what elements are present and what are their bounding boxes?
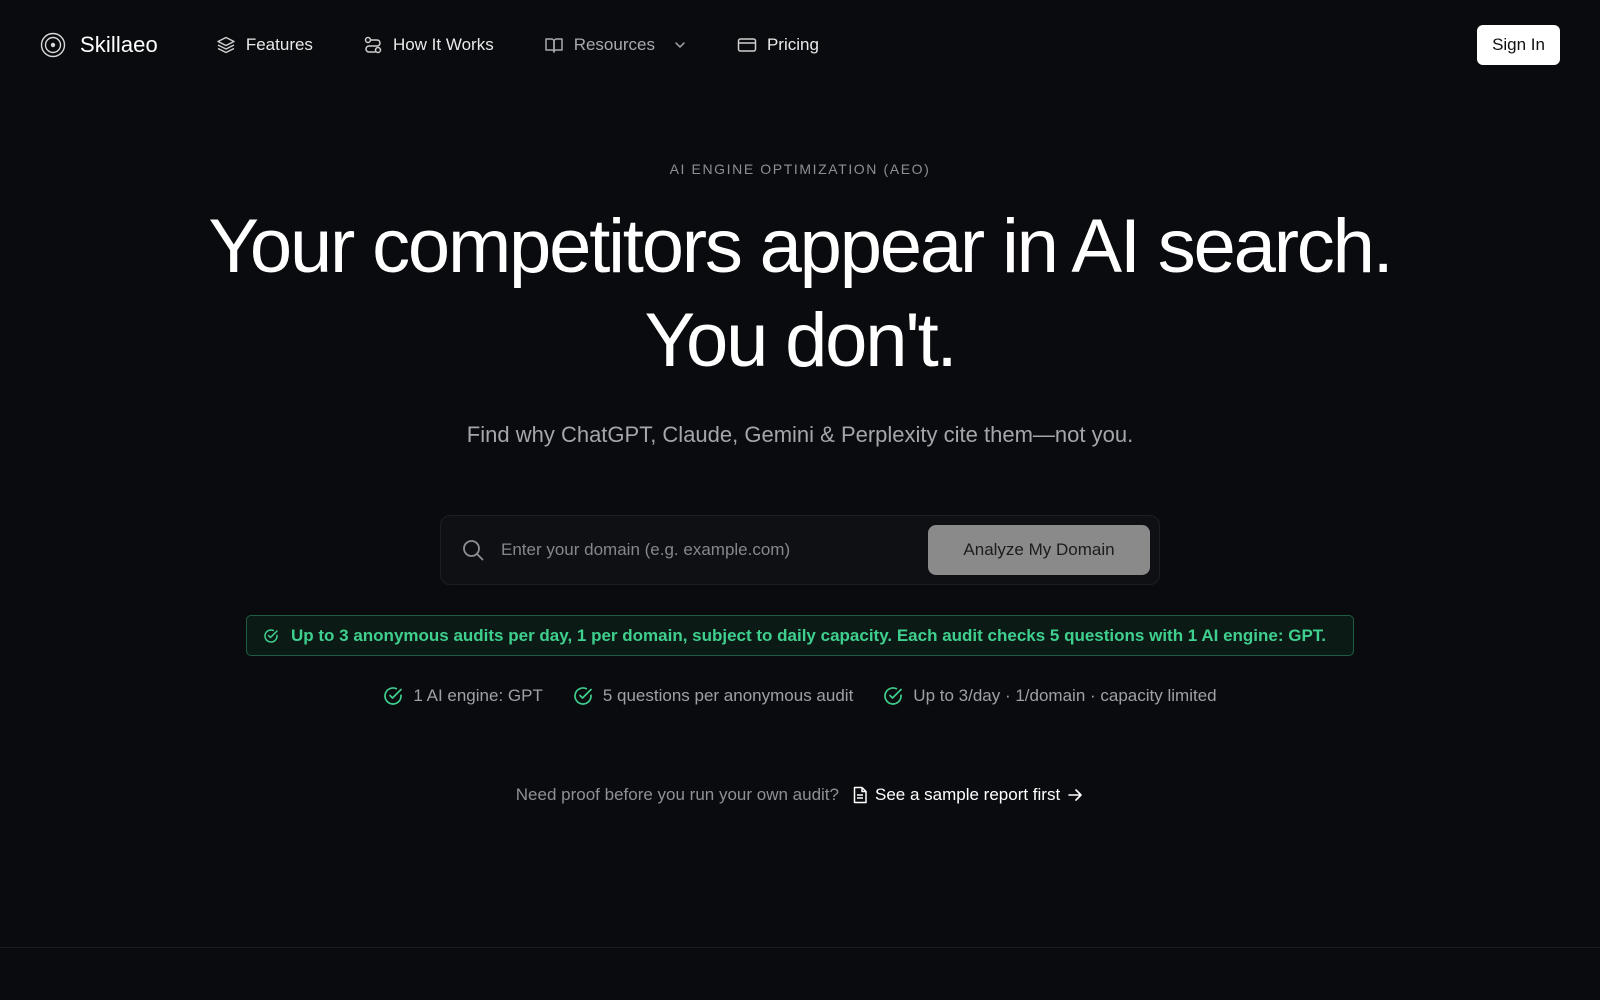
notice-text: Up to 3 anonymous audits per day, 1 per … — [291, 625, 1327, 645]
domain-input[interactable] — [501, 540, 928, 560]
search-icon — [461, 538, 485, 562]
arrow-right-icon — [1066, 786, 1084, 804]
hero-eyebrow: AI ENGINE OPTIMIZATION (AEO) — [669, 161, 931, 177]
feature-item: Up to 3/day · 1/domain · capacity limite… — [883, 686, 1217, 706]
feature-label: 5 questions per anonymous audit — [602, 686, 854, 705]
nav-link-label: Features — [245, 35, 313, 54]
nav-link-resources[interactable]: Resources — [544, 35, 687, 55]
document-icon — [851, 786, 869, 804]
brand-name: Skillaeo — [80, 32, 158, 57]
workflow-icon — [363, 35, 383, 55]
check-circle-icon — [263, 628, 279, 644]
analyze-domain-button[interactable]: Analyze My Domain — [928, 525, 1150, 575]
sign-in-button[interactable]: Sign In — [1477, 25, 1560, 65]
book-icon — [544, 35, 564, 55]
check-circle-icon — [883, 686, 903, 706]
feature-item: 1 AI engine: GPT — [383, 686, 543, 706]
check-circle-icon — [383, 686, 403, 706]
nav-link-pricing[interactable]: Pricing — [737, 35, 819, 55]
headline-line-2: You don't. — [644, 298, 958, 383]
headline-line-1: Your competitors appear in AI search. — [208, 204, 1393, 289]
sample-report-link[interactable]: See a sample report first — [851, 785, 1084, 805]
nav-link-how-it-works[interactable]: How It Works — [363, 35, 494, 55]
target-logo-icon — [40, 32, 66, 58]
hero-headline: Your competitors appear in AI search. Yo… — [0, 200, 1600, 388]
feature-item: 5 questions per anonymous audit — [573, 686, 853, 706]
nav-link-label: Pricing — [766, 35, 819, 54]
nav-link-label: Resources — [573, 35, 655, 54]
sample-report-row: Need proof before you run your own audit… — [0, 785, 1600, 805]
nav-link-features[interactable]: Features — [216, 35, 313, 55]
top-navigation: Skillaeo Features How It Works Resources… — [0, 0, 1600, 90]
audit-limits-notice: Up to 3 anonymous audits per day, 1 per … — [246, 615, 1354, 656]
feature-label: 1 AI engine: GPT — [413, 686, 543, 705]
sample-link-label: See a sample report first — [875, 785, 1061, 804]
sample-prompt: Need proof before you run your own audit… — [515, 785, 839, 804]
section-divider — [0, 947, 1600, 948]
chevron-down-icon — [673, 38, 687, 52]
feature-label: Up to 3/day · 1/domain · capacity limite… — [913, 686, 1217, 705]
check-circle-icon — [573, 686, 593, 706]
credit-card-icon — [737, 35, 757, 55]
nav-links: Features How It Works Resources Pricing — [216, 35, 819, 55]
landing-page: Skillaeo Features How It Works Resources… — [0, 0, 1600, 1000]
nav-link-label: How It Works — [392, 35, 494, 54]
brand[interactable]: Skillaeo — [40, 32, 158, 58]
feature-list: 1 AI engine: GPT 5 questions per anonymo… — [0, 686, 1600, 706]
domain-search-bar: Analyze My Domain — [440, 515, 1160, 585]
hero-subhead: Find why ChatGPT, Claude, Gemini & Perpl… — [466, 422, 1134, 447]
layers-icon — [216, 35, 236, 55]
